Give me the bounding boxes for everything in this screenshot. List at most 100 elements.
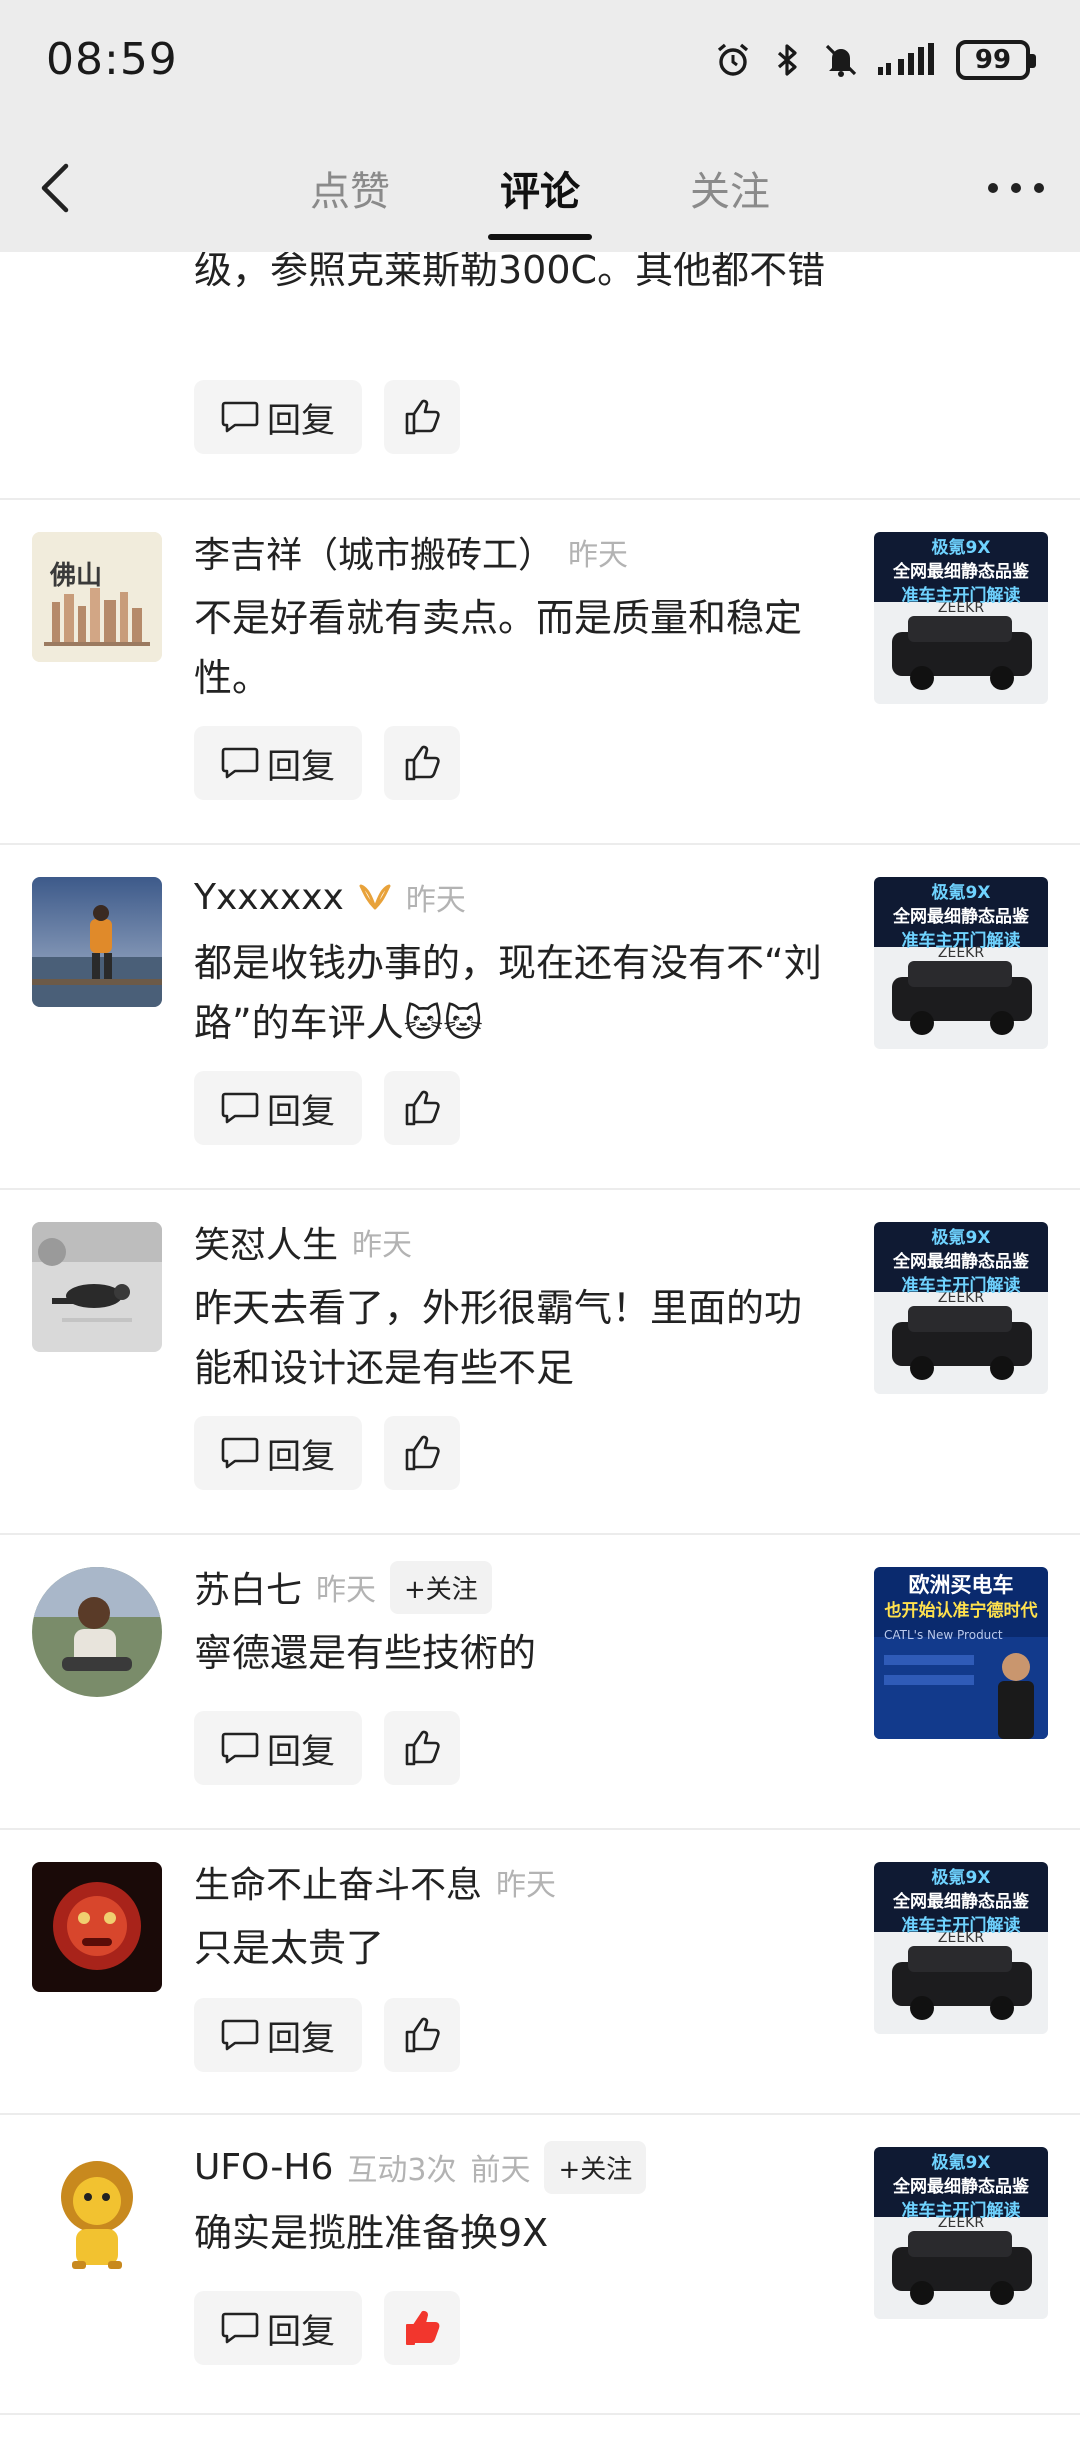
- tab-bar: 点赞 评论 关注: [260, 124, 820, 252]
- avatar-image: [32, 2147, 162, 2277]
- tab-likes[interactable]: 点赞: [260, 124, 440, 252]
- reply-button[interactable]: 回复: [194, 1711, 362, 1785]
- battery-icon: 99: [956, 40, 1036, 80]
- comment-content: 只是太贵了: [194, 1926, 385, 1970]
- thumb-line1: 极氪9X: [931, 538, 991, 558]
- battery-level: 99: [974, 45, 1012, 75]
- post-thumbnail[interactable]: ZEEKR 极氪9X 全网最细静态品鉴 准车主开门解读: [874, 877, 1048, 1049]
- thumb-line2: 全网最细静态品鉴: [893, 907, 1029, 927]
- thumb-caption: 欧洲买电车 也开始认准宁德时代: [874, 1571, 1048, 1623]
- more-icon[interactable]: [980, 168, 1052, 208]
- avatar-image: [32, 1862, 162, 1992]
- username[interactable]: UFO-H6: [194, 2147, 333, 2188]
- post-thumbnail[interactable]: CATL's New Product 欧洲买电车 也开始认准宁德时代: [874, 1567, 1048, 1739]
- username[interactable]: 苏白七: [194, 1561, 302, 1613]
- interaction-count: 互动3次: [347, 2153, 457, 2188]
- comment-item: 佛山 李吉祥（城市搬砖工） 昨天 不是好看就有卖点。而是质量和稳定性。 回复 Z…: [0, 500, 1080, 845]
- reply-label: 回复: [267, 1436, 335, 1477]
- reply-label: 回复: [267, 400, 335, 441]
- username[interactable]: 李吉祥（城市搬砖工）: [194, 526, 554, 578]
- comment-meta: 李吉祥（城市搬砖工） 昨天: [194, 522, 628, 582]
- thumb-caption: 极氪9X 全网最细静态品鉴 准车主开门解读: [874, 1866, 1048, 1938]
- vip-badge-icon: [359, 884, 391, 910]
- like-button[interactable]: [384, 1998, 460, 2072]
- reply-button[interactable]: 回复: [194, 1998, 362, 2072]
- timestamp: 昨天: [316, 1573, 377, 1608]
- avatar-image: [32, 1567, 162, 1697]
- comment-meta: 苏白七 昨天 +关注: [194, 1557, 492, 1617]
- timestamp: 昨天: [352, 1228, 413, 1263]
- username[interactable]: 笑怼人生: [194, 1216, 338, 1268]
- comment-icon: [221, 2019, 259, 2051]
- comment-icon: [221, 1732, 259, 1764]
- thumb-line2: 全网最细静态品鉴: [893, 2177, 1029, 2197]
- tab-comments[interactable]: 评论: [450, 124, 630, 252]
- avatar[interactable]: [32, 2147, 162, 2277]
- follow-button[interactable]: +关注: [390, 1560, 492, 1614]
- thumb-line3: 准车主开门解读: [901, 1276, 1021, 1296]
- mute-bell-icon: [825, 44, 857, 77]
- thumbs-up-icon: [405, 1435, 440, 1471]
- like-button[interactable]: [384, 726, 460, 800]
- username[interactable]: 生命不止奋斗不息: [194, 1856, 482, 1908]
- top-nav: 点赞 评论 关注: [0, 124, 1080, 252]
- back-icon[interactable]: [28, 156, 88, 220]
- like-button[interactable]: [384, 380, 460, 454]
- avatar[interactable]: [32, 1567, 162, 1697]
- thumb-line1: 极氪9X: [931, 883, 991, 903]
- post-thumbnail[interactable]: ZEEKR 极氪9X 全网最细静态品鉴 准车主开门解读: [874, 1862, 1048, 2034]
- thumb-line1: 极氪9X: [931, 1868, 991, 1888]
- comment-icon: [221, 747, 259, 779]
- comment-item: UFO-H6 互动3次 前天 +关注 确实是揽胜准备换9X 回复 ZEEKR 极…: [0, 2115, 1080, 2415]
- timestamp: 昨天: [568, 538, 629, 573]
- avatar[interactable]: [32, 1862, 162, 1992]
- bluetooth-icon: [777, 44, 797, 76]
- comment-icon: [221, 1092, 259, 1124]
- status-icons: 99: [714, 36, 1036, 84]
- thumb-caption: 极氪9X 全网最细静态品鉴 准车主开门解读: [874, 881, 1048, 953]
- reply-label: 回复: [267, 746, 335, 787]
- comment-icon: [221, 2312, 259, 2344]
- thumb-caption: 极氪9X 全网最细静态品鉴 准车主开门解读: [874, 1226, 1048, 1298]
- thumbs-up-icon: [405, 2017, 440, 2053]
- thumbs-up-icon: [405, 1090, 440, 1126]
- thumb-sub: CATL's New Product: [884, 1628, 1003, 1642]
- like-button[interactable]: [384, 1711, 460, 1785]
- tab-follows[interactable]: 关注: [640, 124, 820, 252]
- thumb-caption: 极氪9X 全网最细静态品鉴 准车主开门解读: [874, 536, 1048, 608]
- like-button[interactable]: [384, 1071, 460, 1145]
- post-thumbnail[interactable]: [874, 300, 1048, 470]
- status-bar: 08:59 99: [0, 0, 1080, 124]
- username[interactable]: Yxxxxxx: [194, 877, 344, 918]
- thumb-line1: 极氪9X: [931, 1228, 991, 1248]
- timestamp: 昨天: [496, 1868, 557, 1903]
- thumbs-up-icon: [405, 745, 440, 781]
- avatar[interactable]: 佛山: [32, 532, 162, 662]
- thumb-line1: 欧洲买电车: [908, 1573, 1014, 1597]
- avatar[interactable]: [32, 877, 162, 1007]
- reply-button[interactable]: 回复: [194, 380, 362, 454]
- comment-content: 都是收钱办事的，现在还有没有不“刘路”的车评人🐱🐱: [194, 941, 822, 1045]
- post-thumbnail[interactable]: ZEEKR 极氪9X 全网最细静态品鉴 准车主开门解读: [874, 2147, 1048, 2319]
- follow-button[interactable]: +关注: [544, 2140, 647, 2194]
- thumb-line2: 全网最细静态品鉴: [893, 1892, 1029, 1912]
- reply-label: 回复: [267, 2311, 335, 2352]
- avatar-image: [32, 877, 162, 1007]
- post-thumbnail[interactable]: ZEEKR 极氪9X 全网最细静态品鉴 准车主开门解读: [874, 1222, 1048, 1394]
- reply-button[interactable]: 回复: [194, 2291, 362, 2365]
- thumb-line2: 全网最细静态品鉴: [893, 562, 1029, 582]
- like-button[interactable]: [384, 1416, 460, 1490]
- comment-item: 生命不止奋斗不息 昨天 只是太贵了 回复 ZEEKR 极氪9X 全网最细静态品鉴: [0, 1830, 1080, 2115]
- reply-button[interactable]: 回复: [194, 726, 362, 800]
- reply-button[interactable]: 回复: [194, 1071, 362, 1145]
- thumb-line3: 准车主开门解读: [901, 931, 1021, 951]
- comment-meta: UFO-H6 互动3次 前天 +关注: [194, 2137, 647, 2197]
- comment-content: 确实是揽胜准备换9X: [194, 2211, 549, 2255]
- post-thumbnail[interactable]: ZEEKR 极氪9X 全网最细静态品鉴 准车主开门解读: [874, 532, 1048, 704]
- like-button-active[interactable]: [384, 2291, 460, 2365]
- thumb-line2: 全网最细静态品鉴: [893, 1252, 1029, 1272]
- avatar-image: 佛山: [32, 532, 162, 662]
- comment-content: 不是好看就有卖点。而是质量和稳定性。: [194, 596, 803, 700]
- avatar[interactable]: [32, 1222, 162, 1352]
- reply-button[interactable]: 回复: [194, 1416, 362, 1490]
